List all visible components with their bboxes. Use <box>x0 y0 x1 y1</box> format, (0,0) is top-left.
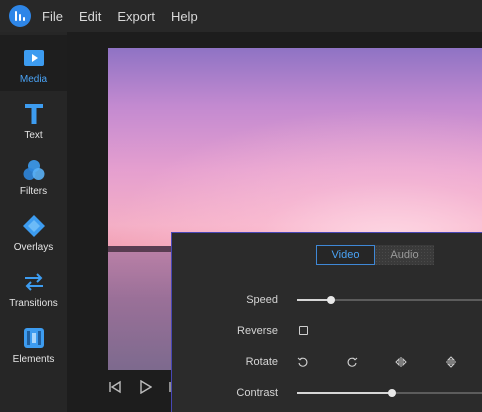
menu-help[interactable]: Help <box>171 9 198 24</box>
flip-vertical-icon[interactable] <box>445 355 457 368</box>
tab-video[interactable]: Video <box>316 245 375 265</box>
sidebar-item-media[interactable]: Media <box>0 35 67 91</box>
speed-slider-handle[interactable] <box>327 296 335 304</box>
sidebar-item-elements[interactable]: Elements <box>0 315 67 371</box>
media-icon <box>23 45 45 71</box>
sidebar-item-label: Text <box>24 130 43 141</box>
sidebar-item-label: Transitions <box>9 298 58 309</box>
elements-icon <box>23 325 45 351</box>
overlays-icon <box>22 213 46 239</box>
contrast-slider-handle[interactable] <box>388 389 396 397</box>
speed-slider[interactable] <box>297 296 482 304</box>
menu-export[interactable]: Export <box>117 9 155 24</box>
rotate-right-icon[interactable] <box>346 355 358 367</box>
sidebar-item-text[interactable]: Text <box>0 91 67 147</box>
sidebar: Media Text Filters Overlays Transitions … <box>0 32 67 412</box>
transitions-icon <box>22 269 46 295</box>
rotate-left-icon[interactable] <box>297 355 309 367</box>
menu-file[interactable]: File <box>42 9 63 24</box>
contrast-slider[interactable] <box>297 389 482 397</box>
filters-icon <box>22 157 46 183</box>
sidebar-item-label: Media <box>19 74 48 85</box>
rotate-label: Rotate <box>245 356 278 368</box>
play-icon[interactable] <box>138 380 152 394</box>
reverse-label: Reverse <box>237 325 278 337</box>
sidebar-item-filters[interactable]: Filters <box>0 147 67 203</box>
panel-tabs: Video Audio <box>316 245 434 265</box>
tab-audio[interactable]: Audio <box>375 245 434 265</box>
sidebar-item-overlays[interactable]: Overlays <box>0 203 67 259</box>
sidebar-item-label: Overlays <box>13 242 54 253</box>
menu-edit[interactable]: Edit <box>79 9 101 24</box>
contrast-label: Contrast <box>236 387 278 399</box>
text-icon <box>24 101 44 127</box>
speed-label: Speed <box>246 294 278 306</box>
reverse-checkbox[interactable] <box>299 326 308 335</box>
previous-frame-icon[interactable] <box>108 380 122 394</box>
video-properties-panel: Video Audio Speed Reverse Rotate Contras… <box>171 232 482 412</box>
sidebar-item-label: Filters <box>19 186 48 197</box>
sidebar-item-label: Elements <box>12 354 55 365</box>
flip-horizontal-icon[interactable] <box>395 355 407 367</box>
app-logo-icon <box>9 5 31 27</box>
sidebar-item-transitions[interactable]: Transitions <box>0 259 67 315</box>
menu-bar: File Edit Export Help <box>0 0 482 32</box>
